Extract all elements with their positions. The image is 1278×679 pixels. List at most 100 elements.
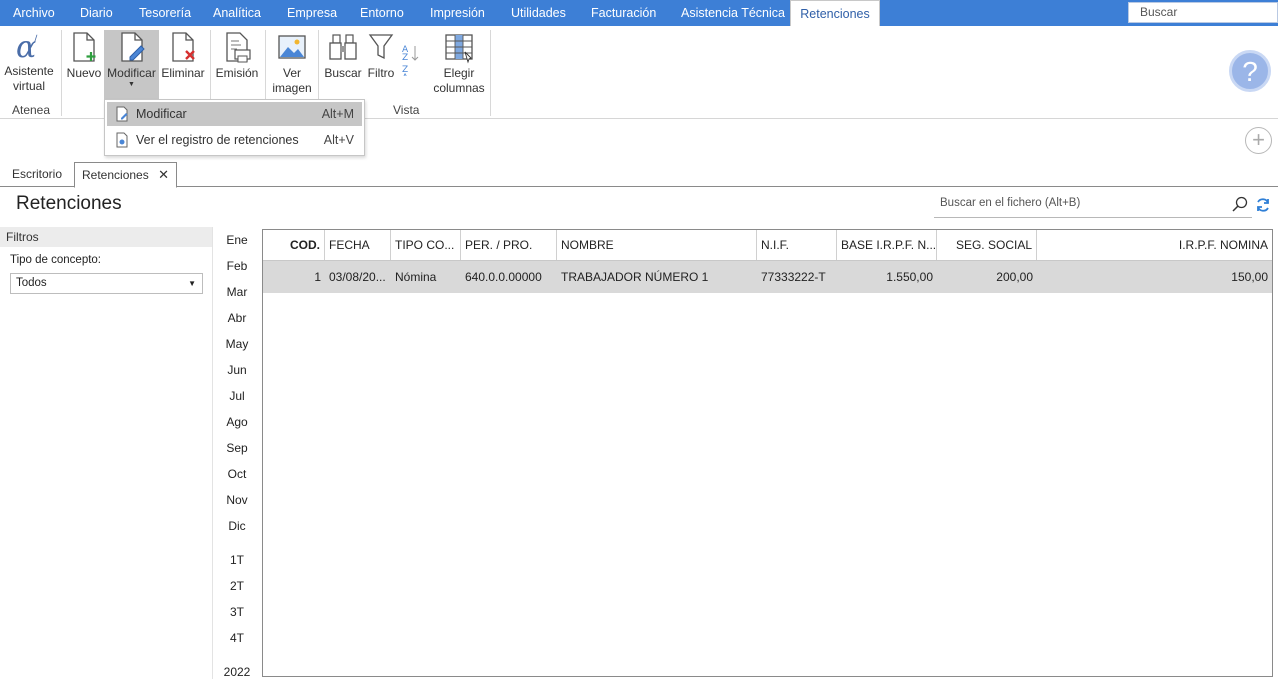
edit-icon [116,106,128,122]
tab-label: Escritorio [12,167,63,181]
period-feb[interactable]: Feb [220,259,254,273]
elegir-columnas-button[interactable]: Elegir columnas [432,30,486,96]
group-atenea-label: Atenea [12,103,51,117]
period-jun[interactable]: Jun [220,363,254,377]
menu-facturacion[interactable]: Facturación [591,0,656,26]
dropdown-item-shortcut: Alt+V [323,133,354,147]
refresh-icon[interactable] [1255,197,1271,213]
svg-text:∕: ∕ [34,34,38,45]
delete-document-icon [172,32,195,62]
cell-irpf-nomina: 150,00 [1231,270,1268,284]
column-header-tipo-concepto[interactable]: TIPO CO... [391,230,461,260]
cell-base-irpf: 1.550,00 [886,270,933,284]
group-vista-label: Vista [393,103,420,117]
elegir-columnas-label: Elegir columnas [433,66,485,95]
menu-empresa[interactable]: Empresa [287,0,337,26]
filtro-label: Filtro [367,66,395,80]
menu-asistencia-tecnica[interactable]: Asistencia Técnica [681,0,785,26]
binoculars-icon [329,34,357,60]
period-abr[interactable]: Abr [220,311,254,325]
concept-type-select[interactable]: Todos ▼ [10,273,203,294]
cell-seg-social: 200,00 [996,270,1033,284]
sort-button[interactable]: A Z Z A [400,30,422,78]
menu-tesoreria[interactable]: Tesorería [139,0,191,26]
document-tabs: Escritorio Retenciones ✕ [0,162,1278,188]
period-oct[interactable]: Oct [220,467,254,481]
tab-retenciones[interactable]: Retenciones ✕ [74,162,177,188]
cell-fecha: 03/08/20... [329,270,386,284]
cell-cod: 1 [314,270,321,284]
ver-imagen-label: Ver imagen [272,66,312,95]
retenciones-grid: COD. FECHA TIPO CO... PER. / PRO. NOMBRE… [262,229,1273,677]
menu-impresion[interactable]: Impresión [430,0,485,26]
menu-analitica[interactable]: Analítica [213,0,261,26]
search-icon[interactable] [1232,196,1248,212]
eliminar-button[interactable]: Eliminar [161,30,205,81]
menu-utilidades[interactable]: Utilidades [511,0,566,26]
period-4t[interactable]: 4T [220,631,254,645]
column-header-nombre[interactable]: NOMBRE [557,230,757,260]
period-dic[interactable]: Dic [220,519,254,533]
column-header-fecha[interactable]: FECHA [325,230,391,260]
cell-tipo-concepto: Nómina [395,270,437,284]
sort-az-icon: A Z Z A [402,45,419,76]
asistente-virtual-label: Asistente virtual [4,64,54,93]
buscar-button[interactable]: Buscar [323,30,363,81]
emision-button[interactable]: Emisión [214,30,260,81]
close-icon[interactable]: ✕ [158,167,169,182]
period-may[interactable]: May [220,337,254,351]
add-tab-button[interactable]: + [1245,127,1272,154]
filters-header: Filtros [0,227,212,247]
period-nov[interactable]: Nov [220,493,254,507]
column-header-cod[interactable]: COD. [263,230,325,260]
period-1t[interactable]: 1T [220,553,254,567]
filtro-button[interactable]: Filtro [365,30,397,81]
columns-icon [445,34,473,64]
print-document-icon [226,32,251,63]
period-ene[interactable]: Ene [220,233,254,247]
modificar-button[interactable]: Modificar ▼ [104,30,159,100]
file-search-input[interactable]: Buscar en el fichero (Alt+B) [934,193,1252,218]
period-ago[interactable]: Ago [220,415,254,429]
nuevo-label: Nuevo [66,66,102,80]
ver-imagen-button[interactable]: Ver imagen [270,30,314,96]
dropdown-item-label: Ver el registro de retenciones [136,133,299,147]
plus-icon: + [1252,127,1265,152]
table-row[interactable]: 1 03/08/20... Nómina 640.0.0.00000 TRABA… [263,261,1272,293]
period-3t[interactable]: 3T [220,605,254,619]
global-search-input[interactable]: Buscar [1128,2,1278,23]
modificar-dropdown: Modificar Alt+M Ver el registro de reten… [104,99,365,156]
cell-nombre: TRABAJADOR NÚMERO 1 [561,270,709,284]
group-separator [490,30,491,116]
column-header-irpf-nomina[interactable]: I.R.P.F. NOMINA [1037,230,1272,260]
column-header-periodo[interactable]: PER. / PRO. [461,230,557,260]
tab-escritorio[interactable]: Escritorio [5,162,69,187]
period-jul[interactable]: Jul [220,389,254,403]
asistente-virtual-button[interactable]: α ∕ Asistente virtual [4,30,54,94]
grid-header: COD. FECHA TIPO CO... PER. / PRO. NOMBRE… [263,230,1272,261]
column-header-nif[interactable]: N.I.F. [757,230,837,260]
chevron-down-icon: ▼ [188,279,196,288]
help-button[interactable]: ? [1229,50,1271,92]
nuevo-button[interactable]: Nuevo [66,30,102,81]
period-mar[interactable]: Mar [220,285,254,299]
menu-archivo[interactable]: Archivo [13,0,55,26]
page-title: Retenciones [16,193,122,214]
edit-document-icon [120,32,145,62]
menu-retenciones[interactable]: Retenciones [790,0,880,26]
group-separator [61,30,62,116]
period-sep[interactable]: Sep [220,441,254,455]
cell-periodo: 640.0.0.00000 [465,270,542,284]
period-2t[interactable]: 2T [220,579,254,593]
menu-entorno[interactable]: Entorno [360,0,404,26]
dropdown-item-ver-registro[interactable]: Ver el registro de retenciones Alt+V [107,128,362,152]
column-header-base-irpf[interactable]: BASE I.R.P.F. N... [837,230,937,260]
eliminar-label: Eliminar [161,66,205,80]
column-header-seg-social[interactable]: SEG. SOCIAL [937,230,1037,260]
dropdown-item-modificar[interactable]: Modificar Alt+M [107,102,362,126]
period-year[interactable]: 2022 [220,665,254,679]
concept-type-label: Tipo de concepto: [10,254,101,266]
menu-diario[interactable]: Diario [80,0,113,26]
svg-text:A: A [402,73,409,76]
cell-nif: 77333222-T [761,270,826,284]
